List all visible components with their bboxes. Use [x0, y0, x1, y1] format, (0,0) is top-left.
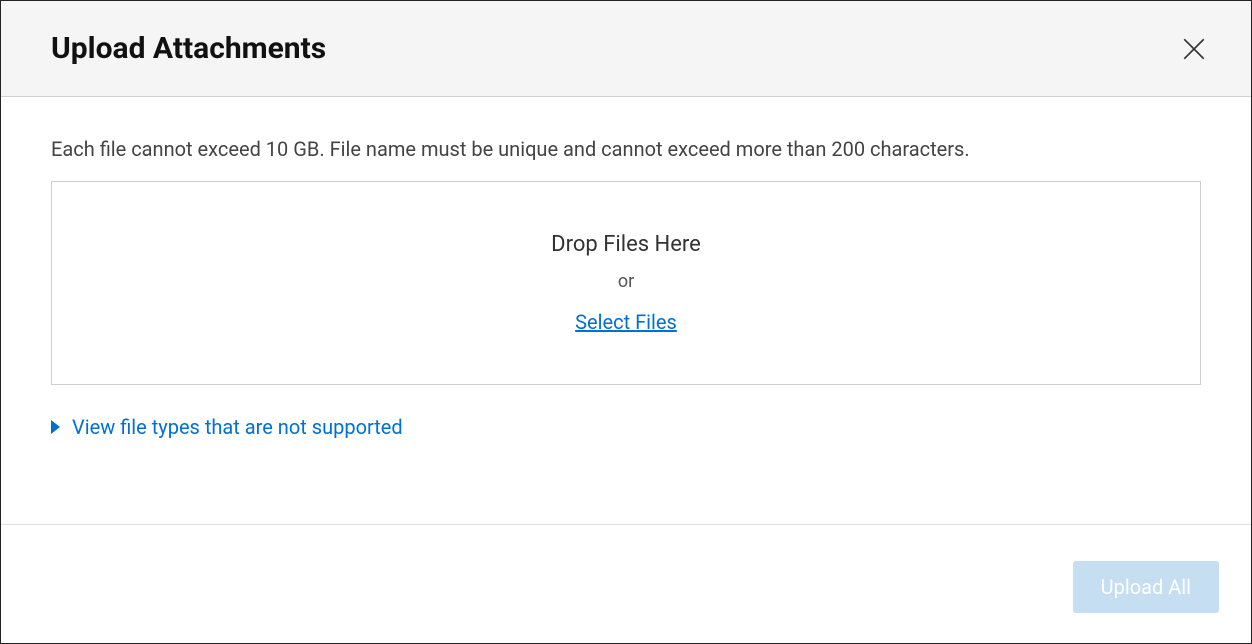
- unsupported-file-types-toggle[interactable]: View file types that are not supported: [51, 415, 403, 439]
- unsupported-file-types-label: View file types that are not supported: [72, 415, 403, 439]
- caret-right-icon: [51, 420, 60, 434]
- upload-all-button[interactable]: Upload All: [1073, 561, 1219, 613]
- file-requirements-text: Each file cannot exceed 10 GB. File name…: [51, 137, 1201, 161]
- select-files-link[interactable]: Select Files: [575, 310, 677, 334]
- close-icon: [1181, 36, 1207, 62]
- modal-footer: Upload All: [1, 524, 1251, 643]
- close-button[interactable]: [1177, 32, 1211, 66]
- dropzone-or-text: or: [72, 271, 1180, 292]
- dropzone-title: Drop Files Here: [72, 232, 1180, 257]
- modal-body: Each file cannot exceed 10 GB. File name…: [1, 97, 1251, 524]
- modal-title: Upload Attachments: [51, 31, 326, 66]
- modal-header: Upload Attachments: [1, 1, 1251, 97]
- upload-attachments-modal: Upload Attachments Each file cannot exce…: [0, 0, 1252, 644]
- file-dropzone[interactable]: Drop Files Here or Select Files: [51, 181, 1201, 385]
